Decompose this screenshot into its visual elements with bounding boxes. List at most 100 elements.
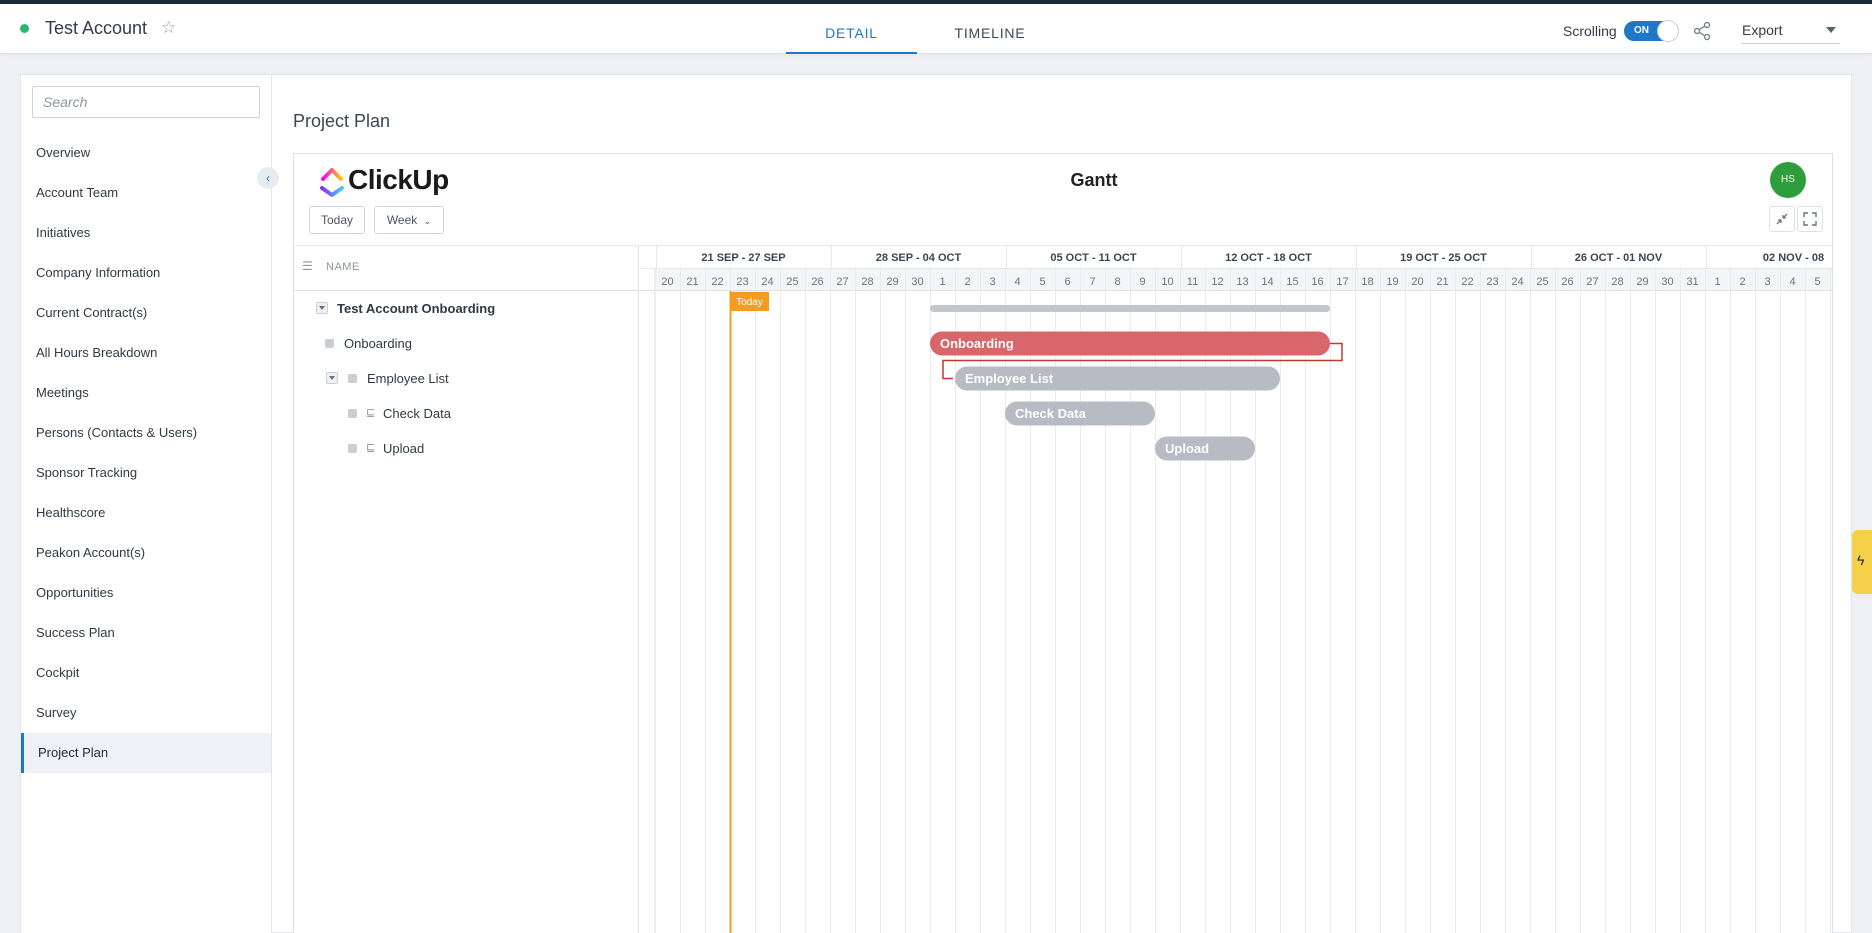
scrolling-toggle[interactable]: ON <box>1624 20 1679 42</box>
day-tick-label: 16 <box>1311 276 1323 288</box>
sidebar-item-peakon-account-s[interactable]: Peakon Account(s) <box>21 533 271 573</box>
scale-select[interactable]: Week ⌄ <box>374 206 444 234</box>
page-title: Project Plan <box>293 111 391 131</box>
week-tick-label: 19 OCT - 25 OCT <box>1400 252 1487 264</box>
task-status-square[interactable] <box>348 374 357 383</box>
export-dropdown[interactable]: Export <box>1742 22 1840 44</box>
task-name: Upload <box>383 441 425 456</box>
chevron-down-icon <box>1826 27 1836 33</box>
day-tick-label: 19 <box>1386 276 1398 288</box>
expand-toggle[interactable] <box>326 372 338 384</box>
day-tick-label: 5 <box>1814 276 1820 288</box>
day-tick-label: 3 <box>989 276 995 288</box>
expand-toggle[interactable] <box>316 302 328 314</box>
today-button[interactable]: Today <box>309 206 365 234</box>
sidebar-item-cockpit[interactable]: Cockpit <box>21 653 271 693</box>
toggle-state-label: ON <box>1634 25 1649 36</box>
day-tick-label: 27 <box>836 276 848 288</box>
tab-detail[interactable]: DETAIL <box>786 25 917 54</box>
week-tick-label: 02 NOV - 08 <box>1763 252 1824 264</box>
share-icon[interactable] <box>1692 21 1712 41</box>
subtask-icon: ⊑ <box>366 407 376 419</box>
sidebar-item-survey[interactable]: Survey <box>21 693 271 733</box>
sidebar: OverviewAccount TeamInitiativesCompany I… <box>21 75 272 933</box>
gantt-title: Gantt <box>1070 170 1118 190</box>
task-row[interactable]: Onboarding <box>294 326 638 361</box>
day-tick-label: 17 <box>1336 276 1348 288</box>
avatar[interactable]: HS <box>1770 162 1806 198</box>
star-icon[interactable]: ☆ <box>161 18 176 38</box>
day-tick-label: 4 <box>1789 276 1795 288</box>
task-row[interactable]: Test Account Onboarding <box>294 291 638 326</box>
toggle-knob <box>1657 20 1679 42</box>
task-bar-label: Check Data <box>1015 406 1087 421</box>
day-tick-label: 13 <box>1236 276 1248 288</box>
sidebar-item-account-team[interactable]: Account Team <box>21 173 271 213</box>
day-tick-label: 23 <box>736 276 748 288</box>
day-tick-label: 21 <box>686 276 698 288</box>
day-tick-label: 21 <box>1436 276 1448 288</box>
task-status-square[interactable] <box>325 339 334 348</box>
sidebar-item-all-hours-breakdown[interactable]: All Hours Breakdown <box>21 333 271 373</box>
day-tick-label: 24 <box>761 276 773 288</box>
day-tick-label: 1 <box>1714 276 1720 288</box>
day-tick-label: 6 <box>1064 276 1070 288</box>
day-tick-label: 28 <box>861 276 873 288</box>
day-tick-label: 22 <box>711 276 723 288</box>
export-label: Export <box>1742 22 1783 38</box>
logo-text: ClickUp <box>348 164 449 195</box>
scale-label: Week <box>386 213 418 227</box>
task-name: Onboarding <box>344 336 412 351</box>
sidebar-item-company-information[interactable]: Company Information <box>21 253 271 293</box>
day-tick-label: 1 <box>939 276 945 288</box>
task-row[interactable]: Employee List <box>294 361 638 396</box>
sidebar-item-opportunities[interactable]: Opportunities <box>21 573 271 613</box>
sidebar-item-overview[interactable]: Overview <box>21 133 271 173</box>
sidebar-item-initiatives[interactable]: Initiatives <box>21 213 271 253</box>
task-row[interactable]: ⊑ Check Data <box>294 396 638 431</box>
sidebar-item-meetings[interactable]: Meetings <box>21 373 271 413</box>
fullscreen-icon[interactable] <box>1797 206 1823 232</box>
task-name-column: ☰ NAME Test Account Onboarding Onboarding… <box>294 245 639 933</box>
tab-timeline[interactable]: TIMELINE <box>940 25 1040 54</box>
day-tick-label: 4 <box>1014 276 1020 288</box>
day-tick-label: 31 <box>1686 276 1698 288</box>
name-column-header: ☰ NAME <box>294 245 639 291</box>
bolt-icon: ϟ <box>1857 552 1865 568</box>
week-tick-label: 26 OCT - 01 NOV <box>1575 252 1663 264</box>
sidebar-item-healthscore[interactable]: Healthscore <box>21 493 271 533</box>
sidebar-item-current-contract-s[interactable]: Current Contract(s) <box>21 293 271 333</box>
day-tick-label: 24 <box>1511 276 1523 288</box>
chevron-down-icon: ⌄ <box>423 216 432 226</box>
task-bar-label: Onboarding <box>940 336 1014 351</box>
day-tick-label: 3 <box>1764 276 1770 288</box>
clickup-logo: ClickUp <box>318 164 449 198</box>
side-flash-tab[interactable]: ϟ <box>1852 530 1872 594</box>
collapse-icon[interactable] <box>1769 206 1795 232</box>
day-tick-label: 15 <box>1286 276 1298 288</box>
day-tick-label: 29 <box>1636 276 1648 288</box>
collapse-sidebar-button[interactable]: ‹ <box>257 167 279 189</box>
day-tick-label: 8 <box>1114 276 1120 288</box>
task-status-square[interactable] <box>348 444 357 453</box>
gantt-widget: ClickUp Gantt HS Today Week ⌄ ☰ NAME Tes… <box>293 153 1833 933</box>
sidebar-item-sponsor-tracking[interactable]: Sponsor Tracking <box>21 453 271 493</box>
day-tick-label: 30 <box>1661 276 1673 288</box>
sidebar-item-persons-contacts-users[interactable]: Persons (Contacts & Users) <box>21 413 271 453</box>
collapse-all-icon[interactable]: ☰ <box>302 259 313 273</box>
task-name: Test Account Onboarding <box>337 301 496 316</box>
sidebar-item-project-plan[interactable]: Project Plan <box>21 733 271 773</box>
search-input[interactable] <box>32 86 260 118</box>
day-tick-label: 30 <box>911 276 923 288</box>
day-tick-label: 26 <box>811 276 823 288</box>
task-name: Employee List <box>367 371 449 386</box>
sidebar-item-success-plan[interactable]: Success Plan <box>21 613 271 653</box>
subtask-icon: ⊑ <box>366 442 376 454</box>
name-header-label: NAME <box>326 261 360 273</box>
task-bar-label: Employee List <box>965 371 1054 386</box>
day-tick-label: 5 <box>1039 276 1045 288</box>
day-tick-label: 10 <box>1161 276 1173 288</box>
task-status-square[interactable] <box>348 409 357 418</box>
day-tick-label: 28 <box>1611 276 1623 288</box>
task-row[interactable]: ⊑ Upload <box>294 431 638 466</box>
